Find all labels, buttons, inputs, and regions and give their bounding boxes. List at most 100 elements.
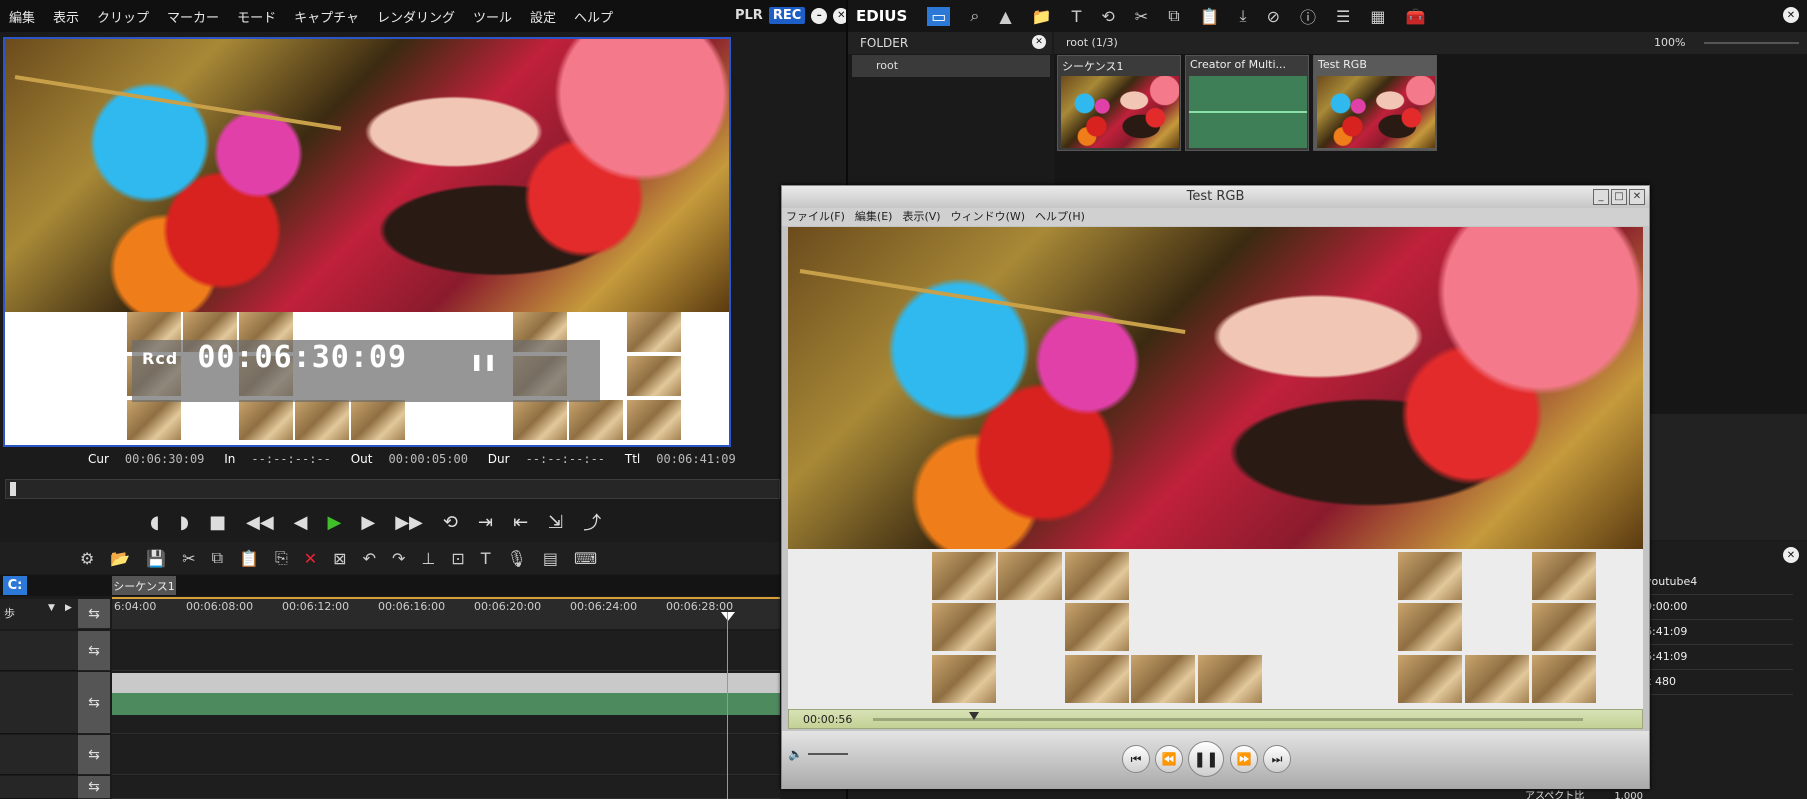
player-menu-file[interactable]: ファイル(F) [786, 208, 845, 226]
toolbox-icon[interactable]: 🧰 [1406, 7, 1426, 26]
menu-render[interactable]: レンダリング [368, 7, 464, 26]
ripple-delete-icon[interactable]: ⊠ [333, 549, 346, 568]
track-header[interactable] [0, 631, 78, 671]
add-to-timeline-icon[interactable]: ⤓ [1240, 6, 1247, 26]
track-lane[interactable] [112, 631, 780, 671]
menu-clip[interactable]: クリップ [88, 7, 158, 26]
track-header[interactable] [0, 735, 78, 775]
rewind-button[interactable]: ⏪ [1155, 745, 1183, 773]
timeline-mode-select[interactable]: 歩 ▼ ▶ [0, 599, 78, 629]
info-close-icon[interactable]: ✕ [1783, 547, 1799, 563]
close-icon[interactable]: ✕ [1629, 189, 1645, 205]
bin-close-icon[interactable]: ✕ [1783, 7, 1799, 23]
menu-view[interactable]: 表示 [44, 7, 88, 26]
track-lane[interactable] [112, 776, 780, 799]
save-icon[interactable]: 💾 [146, 549, 166, 568]
pause-button[interactable]: ❚❚ [1188, 741, 1224, 777]
menu-marker[interactable]: マーカー [158, 7, 228, 26]
thumbnail-view-icon[interactable]: ▦ [1370, 7, 1385, 26]
play-icon[interactable]: ▶ [328, 512, 342, 533]
chevron-down-icon[interactable]: ▼ [48, 603, 55, 613]
replace-icon[interactable]: ⎘ [275, 548, 288, 568]
player-menu-view[interactable]: 表示(V) [902, 208, 940, 226]
maximize-icon[interactable]: □ [1611, 189, 1627, 205]
stop-icon[interactable]: ■ [209, 512, 226, 533]
properties-icon[interactable]: ⓘ [1300, 4, 1316, 28]
keyboard-icon[interactable]: ⌨ [574, 549, 597, 568]
fast-forward-button[interactable]: ⏩ [1230, 745, 1258, 773]
channel-tag[interactable]: C: [3, 576, 27, 595]
player-titlebar[interactable]: Test RGB _ □ ✕ [782, 186, 1649, 208]
menu-settings[interactable]: 設定 [521, 7, 565, 26]
bin-clip-test-rgb[interactable]: Test RGB [1313, 55, 1437, 151]
copy-icon[interactable]: ⧉ [212, 548, 223, 568]
track-header[interactable] [0, 776, 78, 799]
player-seek-knob[interactable] [969, 712, 979, 720]
rewind-icon[interactable]: ◀◀ [246, 512, 274, 533]
export-icon[interactable]: ⤴ [583, 509, 601, 535]
rec-label[interactable]: REC [768, 7, 806, 24]
voiceover-icon[interactable]: 🎙 [507, 549, 527, 568]
redo-icon[interactable]: ↷ [392, 549, 405, 568]
open-icon[interactable]: 📂 [110, 549, 130, 568]
step-back-icon[interactable]: ◀ [294, 512, 308, 533]
marker-icon[interactable]: ⊥ [421, 549, 435, 568]
track-sync-button[interactable]: ⇆ [78, 599, 110, 629]
disconnect-icon[interactable]: ⊘ [1267, 7, 1280, 26]
folder-view-icon[interactable]: ▭ [927, 6, 951, 26]
minimize-icon[interactable]: _ [1593, 189, 1609, 205]
player-menu-window[interactable]: ウィンドウ(W) [951, 208, 1025, 226]
video-clip[interactable] [112, 673, 780, 693]
list-view-icon[interactable]: ☰ [1336, 7, 1350, 26]
chevron-right-icon[interactable]: ▶ [65, 603, 72, 613]
menu-edit[interactable]: 編集 [0, 7, 44, 26]
playhead-marker[interactable] [721, 612, 735, 621]
folder-item-root[interactable]: root [852, 55, 1050, 77]
insert-icon[interactable]: ⇥ [478, 512, 493, 533]
skip-back-button[interactable]: ⏮ [1122, 745, 1150, 773]
track-sync-button[interactable]: ⇆ [78, 631, 110, 671]
fast-forward-icon[interactable]: ▶▶ [395, 512, 423, 533]
menu-help[interactable]: ヘルプ [565, 7, 622, 26]
position-slider[interactable] [5, 479, 780, 499]
undo-icon[interactable]: ↶ [363, 549, 376, 568]
track-lane[interactable] [112, 735, 780, 775]
cut-icon[interactable]: ✂ [182, 549, 195, 568]
up-icon[interactable]: ▲ [999, 7, 1011, 26]
overwrite-icon[interactable]: ⇤ [513, 512, 528, 533]
set-in-icon[interactable]: ◖ [150, 512, 159, 533]
search-icon[interactable]: ⌕ [970, 6, 979, 26]
player-menu-edit[interactable]: 編集(E) [855, 208, 893, 226]
plr-label[interactable]: PLR [735, 8, 763, 23]
paste-icon[interactable]: 📋 [1200, 7, 1220, 26]
bin-clip-creator[interactable]: Creator of Multi... [1185, 55, 1309, 151]
title-icon[interactable]: T [481, 549, 491, 568]
loop-icon[interactable]: ⟲ [443, 512, 458, 533]
tab-sequence1[interactable]: シーケンス1 [112, 576, 176, 595]
track-sync-button[interactable]: ⇆ [78, 735, 110, 775]
menu-capture[interactable]: キャプチャ [285, 7, 368, 26]
sequence-icon[interactable]: ⚙ [80, 549, 94, 568]
snap-icon[interactable]: ⊡ [451, 549, 464, 568]
track-sync-button[interactable]: ⇆ [78, 776, 110, 799]
delete-icon[interactable]: ✕ [304, 549, 317, 568]
set-out-icon[interactable]: ◗ [179, 512, 188, 533]
copy-icon[interactable]: ⧉ [1168, 6, 1179, 26]
volume-control[interactable]: 🔈 [788, 747, 848, 761]
close-icon[interactable]: ✕ [1032, 35, 1046, 49]
slider-knob[interactable] [10, 482, 16, 496]
cut-icon[interactable]: ✂ [1135, 7, 1148, 26]
track-header[interactable] [0, 672, 78, 734]
timeline-playhead[interactable] [727, 612, 728, 799]
zoom-slider[interactable] [1704, 42, 1799, 44]
minimize-icon[interactable]: – [811, 7, 828, 24]
menu-mode[interactable]: モード [228, 7, 285, 26]
player-menu-help[interactable]: ヘルプ(H) [1035, 208, 1085, 226]
track-sync-button[interactable]: ⇆ [78, 672, 110, 734]
timeline-ruler[interactable]: 6:04:00 00:06:08:00 00:06:12:00 00:06:16… [112, 597, 780, 629]
trim-icon[interactable]: ⇲ [548, 512, 563, 533]
add-title-icon[interactable]: T [1072, 7, 1082, 26]
menu-tools[interactable]: ツール [464, 7, 521, 26]
paste-icon[interactable]: 📋 [239, 549, 259, 568]
replace-clip-icon[interactable]: ⟲ [1101, 7, 1114, 26]
